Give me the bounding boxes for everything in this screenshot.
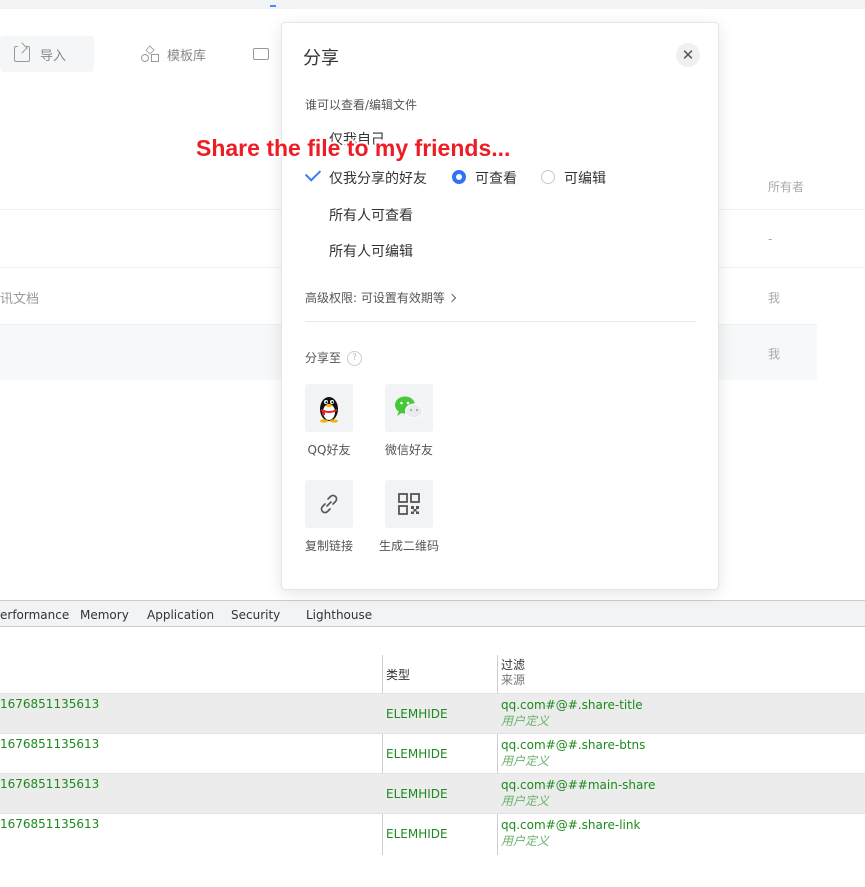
tv-icon xyxy=(253,48,269,60)
row-selector: qq.com#@#.share-link xyxy=(501,818,641,832)
option-everyone-edit[interactable]: 所有人可编辑 xyxy=(329,241,413,261)
tab-lighthouse[interactable]: Lighthouse xyxy=(306,608,372,622)
row-type: ELEMHIDE xyxy=(386,747,448,761)
share-qq-label[interactable]: QQ好友 xyxy=(289,441,369,458)
import-label: 导入 xyxy=(40,48,67,64)
row-filter: qq.com#@##main-share 用户定义 xyxy=(501,777,655,809)
close-icon: ✕ xyxy=(681,46,695,64)
row-selector: qq.com#@#.share-btns xyxy=(501,738,646,752)
doc-owner: 我 xyxy=(768,347,781,361)
row-id: 1676851135613 xyxy=(0,697,100,711)
devtools-tab-bar: erformance Memory Application Security L… xyxy=(0,600,865,627)
chevron-right-icon xyxy=(447,293,457,303)
top-strip-marker xyxy=(270,5,276,7)
import-icon xyxy=(14,46,30,62)
type-column-header[interactable]: 类型 xyxy=(386,666,410,683)
source-header-label: 来源 xyxy=(501,673,526,687)
row-type: ELEMHIDE xyxy=(386,707,448,721)
row-filter: qq.com#@#.share-title 用户定义 xyxy=(501,697,643,729)
annotation-caption: Share the file to my friends... xyxy=(196,135,511,161)
top-strip xyxy=(0,0,865,9)
copy-link-button[interactable] xyxy=(305,480,353,528)
generate-qrcode-button[interactable] xyxy=(385,480,433,528)
row-id: 1676851135613 xyxy=(0,737,100,751)
share-qq-button[interactable] xyxy=(305,384,353,432)
table-row[interactable]: 1676851135613 ELEMHIDE qq.com#@#.share-l… xyxy=(0,813,865,854)
tab-performance[interactable]: erformance xyxy=(0,608,69,622)
template-library-button[interactable]: 模板库 xyxy=(141,36,206,72)
dialog-title: 分享 xyxy=(303,48,339,69)
link-icon xyxy=(320,494,338,514)
table-header: 类型 过滤 来源 xyxy=(0,655,865,693)
generate-qrcode-label[interactable]: 生成二维码 xyxy=(369,537,449,554)
row-selector: qq.com#@##main-share xyxy=(501,778,656,792)
row-selector: qq.com#@#.share-title xyxy=(501,698,643,712)
present-button[interactable] xyxy=(253,36,269,72)
table-row[interactable]: 1676851135613 ELEMHIDE qq.com#@##main-sh… xyxy=(0,773,865,814)
share-dialog: 分享 ✕ 谁可以查看/编辑文件 仅我自己 仅我分享的好友 可查看 可编辑 所有人… xyxy=(281,22,719,590)
row-source: 用户定义 xyxy=(501,754,550,768)
share-wechat-button[interactable] xyxy=(385,384,433,432)
shapes-icon xyxy=(141,45,159,62)
row-filter: qq.com#@#.share-btns 用户定义 xyxy=(501,737,645,769)
row-id: 1676851135613 xyxy=(0,817,100,831)
filter-header-label: 过滤 xyxy=(501,658,526,672)
permission-label: 谁可以查看/编辑文件 xyxy=(305,98,418,112)
doc-name: 讯文档 xyxy=(0,292,40,307)
owner-column-header: 所有者 xyxy=(768,180,805,194)
help-icon[interactable]: ? xyxy=(347,351,363,366)
table-row[interactable]: 1676851135613 ELEMHIDE qq.com#@#.share-t… xyxy=(0,693,865,734)
close-button[interactable]: ✕ xyxy=(676,43,700,67)
doc-owner: - xyxy=(768,232,773,246)
advanced-permissions-link[interactable]: 高级权限: 可设置有效期等 xyxy=(305,289,457,306)
radio-view[interactable] xyxy=(452,170,466,184)
row-source: 用户定义 xyxy=(501,714,550,728)
doc-owner: 我 xyxy=(768,291,781,305)
checkmark-icon xyxy=(304,165,322,182)
tab-application[interactable]: Application xyxy=(147,608,214,622)
row-source: 用户定义 xyxy=(501,794,550,808)
option-friends[interactable]: 仅我分享的好友 xyxy=(329,168,427,188)
radio-edit[interactable] xyxy=(541,170,555,184)
wechat-icon xyxy=(395,396,423,419)
import-button[interactable]: 导入 xyxy=(0,36,94,72)
copy-link-label[interactable]: 复制链接 xyxy=(289,537,369,554)
table-row[interactable]: 1676851135613 ELEMHIDE qq.com#@#.share-b… xyxy=(0,733,865,774)
filter-column-header[interactable]: 过滤 来源 xyxy=(501,658,525,688)
row-source: 用户定义 xyxy=(501,834,550,848)
radio-view-label[interactable]: 可查看 xyxy=(475,168,517,188)
share-wechat-label[interactable]: 微信好友 xyxy=(369,441,449,458)
tab-security[interactable]: Security xyxy=(231,608,280,622)
row-id: 1676851135613 xyxy=(0,777,100,791)
row-filter: qq.com#@#.share-link 用户定义 xyxy=(501,817,640,849)
share-to-label: 分享至? xyxy=(305,349,363,366)
qq-penguin-icon xyxy=(320,397,338,423)
template-library-label: 模板库 xyxy=(167,48,207,64)
row-type: ELEMHIDE xyxy=(386,787,448,801)
tab-memory[interactable]: Memory xyxy=(80,608,129,622)
advanced-permissions-label: 高级权限: 可设置有效期等 xyxy=(305,291,445,305)
option-everyone-view[interactable]: 所有人可查看 xyxy=(329,205,413,225)
row-type: ELEMHIDE xyxy=(386,827,448,841)
qrcode-icon xyxy=(398,493,420,515)
divider xyxy=(305,321,696,322)
share-to-text: 分享至 xyxy=(305,351,342,365)
radio-edit-label[interactable]: 可编辑 xyxy=(564,168,606,188)
